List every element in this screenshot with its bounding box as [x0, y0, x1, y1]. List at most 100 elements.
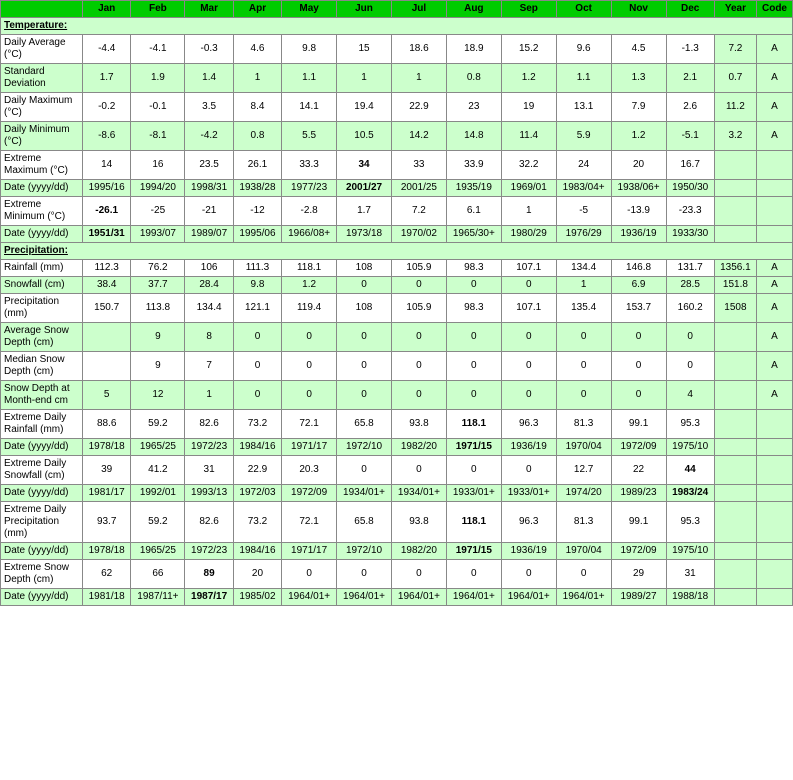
cell-value: 96.3: [501, 502, 556, 543]
cell-value: 0: [337, 560, 392, 589]
cell-value: 0: [233, 352, 281, 381]
cell-value: 95.3: [666, 410, 714, 439]
cell-value: 10.5: [337, 122, 392, 151]
cell-value: 96.3: [501, 410, 556, 439]
cell-value: 1982/20: [391, 543, 446, 560]
cell-value: 1985/02: [233, 589, 281, 606]
row-label: Snowfall (cm): [1, 277, 83, 294]
cell-value: A: [756, 64, 792, 93]
cell-value: 0: [446, 277, 501, 294]
col-header-apr: Apr: [233, 1, 281, 18]
cell-value: 151.8: [714, 277, 756, 294]
cell-value: 1: [185, 381, 233, 410]
row-label: Date (yyyy/dd): [1, 180, 83, 197]
cell-value: 0.8: [233, 122, 281, 151]
cell-value: 1976/29: [556, 226, 611, 243]
cell-value: 0: [611, 323, 666, 352]
cell-value: 1975/10: [666, 439, 714, 456]
cell-value: 1972/23: [185, 543, 233, 560]
row-label: Date (yyyy/dd): [1, 439, 83, 456]
cell-value: 1987/11+: [131, 589, 185, 606]
row-label: Daily Minimum (°C): [1, 122, 83, 151]
cell-value: 20: [233, 560, 281, 589]
cell-value: 1989/27: [611, 589, 666, 606]
cell-value: 1: [501, 197, 556, 226]
cell-value: [714, 151, 756, 180]
table-row: Date (yyyy/dd)1978/181965/251972/231984/…: [1, 543, 793, 560]
cell-value: 1.4: [185, 64, 233, 93]
cell-value: 31: [185, 456, 233, 485]
table-row: Daily Maximum (°C)-0.2-0.13.58.414.119.4…: [1, 93, 793, 122]
cell-value: 5.9: [556, 122, 611, 151]
section-label-1: Precipitation:: [1, 243, 793, 260]
table-row: Date (yyyy/dd)1981/181987/11+1987/171985…: [1, 589, 793, 606]
cell-value: 18.6: [391, 35, 446, 64]
cell-value: 118.1: [282, 260, 337, 277]
cell-value: 14.1: [282, 93, 337, 122]
climate-table: Jan Feb Mar Apr May Jun Jul Aug Sep Oct …: [0, 0, 793, 606]
cell-value: 1972/10: [337, 439, 392, 456]
cell-value: 1969/01: [501, 180, 556, 197]
cell-value: 2.6: [666, 93, 714, 122]
cell-value: 1938/28: [233, 180, 281, 197]
cell-value: 108: [337, 294, 392, 323]
cell-value: 1982/20: [391, 439, 446, 456]
col-header-jun: Jun: [337, 1, 392, 18]
cell-value: 1971/17: [282, 543, 337, 560]
row-label: Extreme Daily Rainfall (mm): [1, 410, 83, 439]
cell-value: 2001/27: [337, 180, 392, 197]
cell-value: 0: [391, 381, 446, 410]
cell-value: 1.2: [611, 122, 666, 151]
cell-value: 33.3: [282, 151, 337, 180]
cell-value: 1.2: [282, 277, 337, 294]
row-label: Date (yyyy/dd): [1, 589, 83, 606]
cell-value: 59.2: [131, 502, 185, 543]
cell-value: 14.8: [446, 122, 501, 151]
cell-value: 0: [282, 560, 337, 589]
cell-value: 135.4: [556, 294, 611, 323]
section-header-1: Precipitation:: [1, 243, 793, 260]
cell-value: 18.9: [446, 35, 501, 64]
table-row: Daily Minimum (°C)-8.6-8.1-4.20.85.510.5…: [1, 122, 793, 151]
cell-value: -26.1: [83, 197, 131, 226]
col-header-label: [1, 1, 83, 18]
row-label: Date (yyyy/dd): [1, 485, 83, 502]
table-row: Extreme Snow Depth (cm)62668920000000293…: [1, 560, 793, 589]
cell-value: 1951/31: [83, 226, 131, 243]
cell-value: 3.5: [185, 93, 233, 122]
cell-value: 20.3: [282, 456, 337, 485]
cell-value: 1.7: [83, 64, 131, 93]
col-header-jan: Jan: [83, 1, 131, 18]
cell-value: 7: [185, 352, 233, 381]
table-row: Average Snow Depth (cm)98000000000A: [1, 323, 793, 352]
cell-value: 134.4: [556, 260, 611, 277]
cell-value: 15: [337, 35, 392, 64]
cell-value: 1934/01+: [337, 485, 392, 502]
cell-value: 0: [501, 323, 556, 352]
cell-value: 0: [337, 456, 392, 485]
cell-value: 1: [391, 64, 446, 93]
cell-value: 0: [337, 323, 392, 352]
cell-value: A: [756, 122, 792, 151]
cell-value: 6.1: [446, 197, 501, 226]
cell-value: 1972/10: [337, 543, 392, 560]
cell-value: -4.1: [131, 35, 185, 64]
cell-value: 0: [501, 277, 556, 294]
cell-value: 1971/15: [446, 439, 501, 456]
cell-value: 1974/20: [556, 485, 611, 502]
cell-value: 7.2: [714, 35, 756, 64]
cell-value: 1994/20: [131, 180, 185, 197]
cell-value: 108: [337, 260, 392, 277]
cell-value: 26.1: [233, 151, 281, 180]
cell-value: 19.4: [337, 93, 392, 122]
table-row: Median Snow Depth (cm)97000000000A: [1, 352, 793, 381]
cell-value: 1971/15: [446, 543, 501, 560]
cell-value: 1977/23: [282, 180, 337, 197]
row-label: Snow Depth at Month-end cm: [1, 381, 83, 410]
cell-value: 1933/01+: [501, 485, 556, 502]
cell-value: 98.3: [446, 260, 501, 277]
cell-value: 1970/04: [556, 439, 611, 456]
cell-value: 4.6: [233, 35, 281, 64]
cell-value: [714, 323, 756, 352]
col-header-oct: Oct: [556, 1, 611, 18]
